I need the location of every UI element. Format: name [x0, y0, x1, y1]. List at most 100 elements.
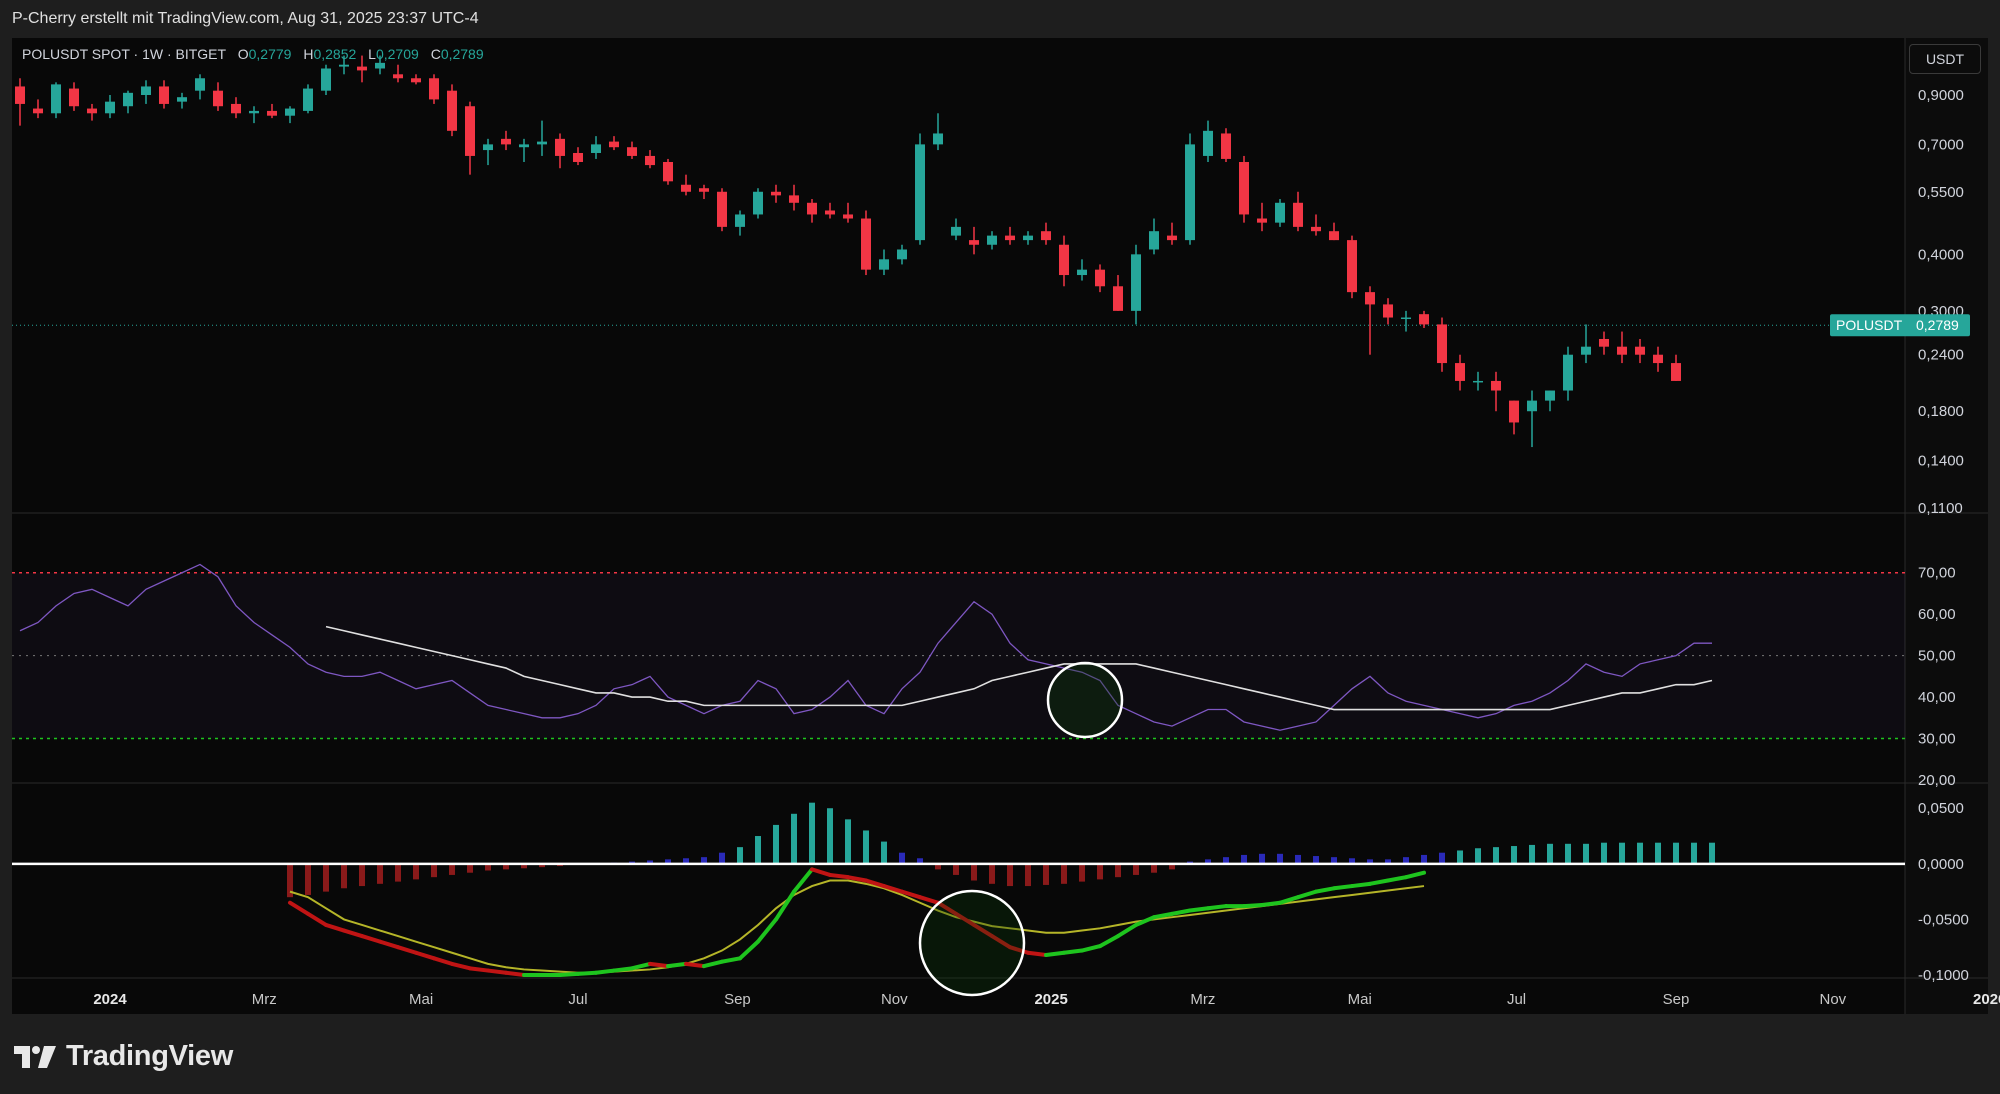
legend-open-label: O [237, 46, 249, 62]
candle-body [663, 161, 673, 182]
candle-body [879, 259, 889, 270]
candle-body [735, 214, 745, 227]
price-tick-label: 0,1800 [1918, 403, 1964, 420]
tradingview-logo-icon [14, 1045, 56, 1068]
watermark-header: P-Cherry erstellt mit TradingView.com, A… [0, 0, 2000, 38]
candle-body [1329, 231, 1339, 241]
tradingview-logo-text: TradingView [66, 1040, 233, 1072]
candle-body [555, 138, 565, 156]
candle-body [249, 110, 259, 114]
macd-line-segment [1332, 884, 1354, 891]
macd-histogram-bar [1439, 852, 1445, 864]
candle-body [771, 191, 781, 196]
macd-line-segment [576, 970, 598, 976]
price-tick-label: 0,9000 [1918, 87, 1964, 104]
candle-body [357, 66, 367, 71]
macd-line-segment [828, 872, 850, 880]
time-tick-label: Mrz [1190, 991, 1215, 1008]
macd-line-segment [1350, 881, 1372, 889]
highlight-circle-rsi [1046, 661, 1124, 739]
candle-body [69, 88, 79, 107]
macd-histogram-bar [1601, 842, 1607, 864]
macd-histogram-bar [1511, 846, 1517, 864]
macd-histogram-bar [1421, 854, 1427, 864]
macd-histogram-bar [1529, 844, 1535, 864]
candle-body [861, 218, 871, 270]
macd-histogram-bar [755, 836, 761, 864]
price-tick-label: 0,1100 [1918, 500, 1963, 517]
candle-body [429, 78, 439, 100]
candle-body [897, 249, 907, 260]
time-tick-label: Sep [1663, 991, 1690, 1008]
macd-histogram-bar [413, 863, 419, 880]
candle-body [1113, 286, 1123, 311]
candle-body [1203, 130, 1213, 156]
macd-histogram-bar [395, 863, 401, 882]
candle-body [1221, 133, 1231, 159]
candle-body [1509, 400, 1519, 423]
time-tick-label: Jul [1507, 991, 1526, 1008]
macd-histogram-bar [1133, 863, 1139, 875]
candle-body [465, 106, 475, 156]
currency-button[interactable]: USDT [1909, 44, 1981, 74]
tradingview-logo[interactable]: TradingView [14, 1040, 233, 1073]
macd-histogram-bar [1583, 843, 1589, 864]
time-tick-label: Nov [881, 991, 908, 1008]
time-tick-label: 2026 [1973, 991, 2000, 1008]
candle-body [33, 108, 43, 114]
price-tick-label: 0,1400 [1918, 453, 1964, 470]
candle-body [1455, 363, 1465, 381]
legend-symbol: POLUSDT SPOT · 1W · BITGET [22, 46, 226, 62]
macd-histogram-bar [1025, 863, 1031, 887]
candle-body [1419, 314, 1429, 325]
macd-tick-label: 0,0500 [1918, 800, 1964, 817]
macd-histogram-bar [971, 863, 977, 881]
macd-histogram-bar [1277, 853, 1283, 864]
macd-histogram-bar [809, 802, 815, 864]
chart-canvas[interactable]: 0,90000,70000,55000,40000,30000,24000,18… [0, 38, 2000, 1014]
macd-histogram-bar [467, 863, 473, 873]
macd-histogram-bar [989, 863, 995, 884]
candle-body [1293, 202, 1303, 227]
candle-body [789, 195, 799, 203]
candle-body [843, 214, 853, 219]
candle-body [177, 97, 187, 102]
time-tick-label: Mrz [252, 991, 277, 1008]
candle-body [1635, 346, 1645, 355]
candle-body [195, 78, 205, 91]
candle-body [321, 68, 331, 91]
candle-body [1041, 231, 1051, 241]
candle-body [933, 133, 943, 145]
candle-body [1185, 144, 1195, 241]
rsi-tick-label: 50,00 [1918, 648, 1956, 665]
candle-body [1167, 235, 1177, 241]
candle-body [1617, 346, 1627, 355]
candle-body [1311, 226, 1321, 232]
macd-histogram-bar [305, 863, 311, 895]
macd-histogram-bar [1259, 853, 1265, 864]
macd-histogram-bar [863, 830, 869, 864]
footer: TradingView [0, 1014, 2000, 1094]
candle-body [591, 144, 601, 153]
rsi-tick-label: 60,00 [1918, 606, 1956, 623]
macd-tick-label: 0,0000 [1918, 856, 1964, 873]
macd-line-segment [1044, 950, 1066, 957]
price-tick-label: 0,4000 [1918, 246, 1964, 263]
time-tick-label: 2025 [1034, 991, 1067, 1008]
macd-line-segment [558, 971, 580, 977]
candle-body [231, 103, 241, 114]
macd-histogram-bar [323, 863, 329, 892]
macd-line-segment [666, 961, 688, 969]
symbol-legend[interactable]: POLUSDT SPOT · 1W · BITGET O0,2779 H0,28… [22, 46, 484, 62]
candle-body [627, 147, 637, 156]
legend-low-value: 0,2709 [375, 46, 419, 62]
candle-body [1239, 161, 1249, 215]
candle-body [267, 110, 277, 116]
highlight-circle-macd [918, 889, 1026, 997]
legend-high-label: H [303, 46, 314, 62]
candle-body [1527, 400, 1537, 412]
macd-histogram-bar [881, 841, 887, 864]
macd-histogram-bar [1151, 863, 1157, 873]
candle-body [411, 78, 421, 83]
rsi-tick-label: 70,00 [1918, 565, 1956, 582]
